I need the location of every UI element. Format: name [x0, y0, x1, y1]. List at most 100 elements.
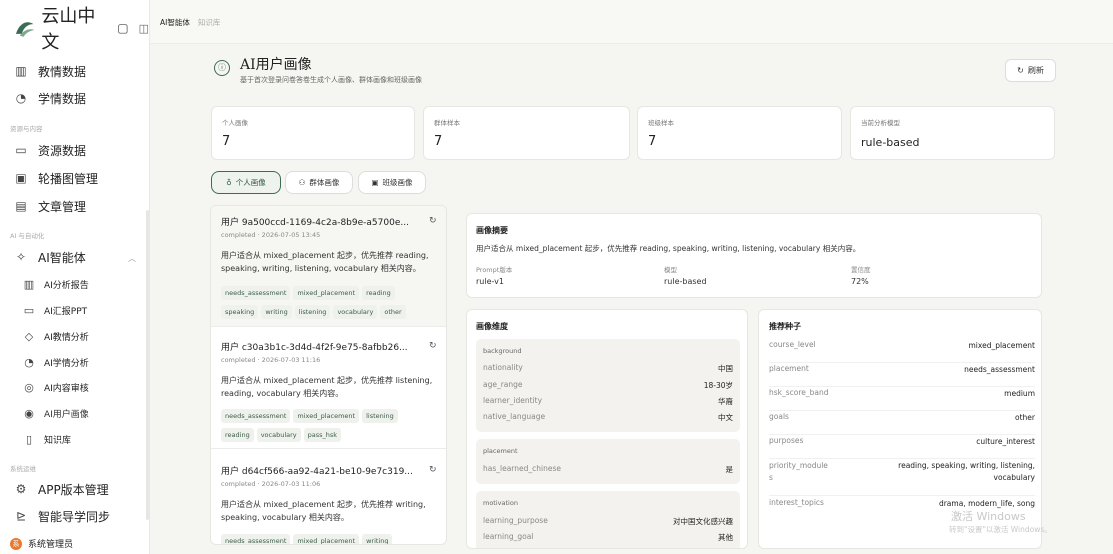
seed-row: hsk_score_band medium: [769, 388, 1035, 411]
list-item[interactable]: 用户 9a500ccd-1169-4c2a-8b9e-a5700e... ↻ c…: [211, 206, 446, 327]
dimension-row: age_range 18-30岁: [483, 380, 733, 390]
refresh-circle-icon: ◔: [15, 91, 27, 105]
model-label: 模型: [664, 266, 677, 274]
refresh-icon[interactable]: ↻: [429, 341, 437, 351]
card-title: 用户 9a500ccd-1169-4c2a-8b9e-a5700e...: [221, 218, 409, 228]
sidebar-item-articles[interactable]: ▤ 文章管理: [14, 195, 86, 217]
tag: mixed_placement: [293, 409, 360, 423]
refresh-icon[interactable]: ↻: [429, 465, 437, 475]
windows-watermark-sub: 转到"设置"以激活 Windows。: [949, 525, 1052, 534]
sidebar-item-learning-data[interactable]: ◔ 学情数据: [14, 87, 86, 109]
breadcrumb-current[interactable]: AI智能体: [160, 17, 190, 28]
avatar: 系: [10, 537, 22, 550]
tab-group[interactable]: ⚇ 群体画像: [285, 171, 353, 194]
tag-row: reading vocabulary pass_hsk: [221, 428, 342, 442]
sidebar-subitem-ai-ppt[interactable]: ▭ AI汇报PPT: [22, 299, 87, 321]
tag: needs_assessment: [221, 409, 291, 423]
sidebar-item-teaching-data[interactable]: ▥ 教情数据: [14, 60, 86, 82]
profile-summary: 画像摘要 用户适合从 mixed_placement 起步，优先推荐 readi…: [466, 213, 1042, 298]
sidebar-subitem-ai-review[interactable]: ◎ AI内容审核: [22, 376, 89, 398]
breadcrumb-next[interactable]: 知识库: [198, 17, 221, 28]
sidebar-item-carousel[interactable]: ▣ 轮播图管理: [14, 167, 98, 189]
tag: needs_assessment: [221, 534, 291, 544]
tag: reading: [221, 428, 254, 442]
tag: pass_hsk: [303, 428, 342, 442]
book-icon: ▯: [25, 432, 33, 446]
card-desc: 用户适合从 mixed_placement 起步，优先推荐 listening,…: [221, 376, 433, 398]
breadcrumb: AI智能体 知识库: [160, 17, 220, 28]
refresh-circle-icon: ◔: [24, 355, 34, 369]
info-icon: ⓘ: [214, 60, 230, 76]
panel-toggle-icon[interactable]: ◫: [139, 22, 149, 35]
shield-icon: ◇: [24, 329, 34, 343]
nav-group-resources: 资源与内容: [10, 125, 43, 133]
profile-dimensions: 画像维度 background nationality 中国 age_range 1…: [466, 309, 748, 549]
sidebar-subitem-ai-profile[interactable]: ◉ AI用户画像: [22, 402, 89, 424]
user-name: 系统管理员: [28, 540, 74, 550]
document-icon: ▤: [15, 199, 27, 213]
sidebar-scrollbar[interactable]: [146, 210, 149, 520]
logo-square-icon: ▢: [117, 21, 129, 35]
tag: writing: [261, 305, 292, 319]
tag: writing: [362, 534, 393, 544]
dimension-row: learning_purpose 对中国文化感兴趣: [483, 516, 733, 526]
sidebar-item-resources[interactable]: ▭ 资源数据: [14, 139, 86, 161]
sidebar-subitem-knowledge[interactable]: ▯ 知识库: [22, 428, 71, 450]
prompt-label: Prompt版本: [476, 266, 513, 274]
tab-class[interactable]: ▣ 班级画像: [358, 171, 426, 194]
windows-watermark: 激活 Windows: [951, 510, 1026, 523]
image-icon: ▣: [15, 171, 27, 185]
seed-row: placement needs_assessment: [769, 364, 1035, 387]
tag: speaking: [221, 305, 259, 319]
chevron-up-icon[interactable]: ︿: [128, 253, 136, 264]
seed-row: purposes culture_interest: [769, 436, 1035, 459]
seed-row: course_level mixed_placement: [769, 340, 1035, 363]
tag: reading: [362, 286, 395, 300]
bar-chart-icon: ▥: [23, 277, 35, 291]
group-icon: ⚇: [298, 178, 306, 187]
dimension-group-background: background nationality 中国 age_range 18-30岁…: [476, 339, 740, 432]
nav-group-ai: AI 与自动化: [10, 232, 45, 240]
logo-text: 云山中文: [41, 6, 96, 53]
tab-individual[interactable]: ♁ 个人画像: [211, 171, 281, 194]
nav-group-ops: 系统运维: [10, 465, 36, 473]
tag: mixed_placement: [293, 286, 360, 300]
tag-row: needs_assessment mixed_placement reading: [221, 286, 395, 300]
model-value: rule-based: [664, 277, 707, 286]
dimension-group-motivation: motivation learning_purpose 对中国文化感兴趣 lear…: [476, 491, 740, 548]
tag: listening: [294, 305, 331, 319]
card-title: 用户 d64cf566-aa92-4a21-be10-9e7c319...: [221, 467, 413, 477]
refresh-button[interactable]: ↻ 刷新: [1005, 59, 1056, 82]
sidebar-subitem-ai-report[interactable]: ▥ AI分析报告: [22, 273, 89, 295]
person-icon: ♁: [226, 178, 232, 187]
confidence-value: 72%: [851, 277, 869, 286]
stat-model: 当前分析模型 rule-based: [850, 106, 1055, 160]
folder-icon: ▭: [15, 143, 27, 157]
sidebar-item-app-version[interactable]: ⚙ APP版本管理: [14, 478, 109, 500]
sidebar-subitem-ai-teaching[interactable]: ◇ AI教情分析: [22, 325, 89, 347]
tag: vocabulary: [256, 428, 301, 442]
card-meta: completed · 2026-07-03 11:06: [221, 480, 321, 488]
logo[interactable]: 云山中文 ▢ ◫: [14, 6, 149, 53]
list-item[interactable]: 用户 d64cf566-aa92-4a21-be10-9e7c319... ↻ …: [211, 449, 446, 544]
tag: needs_assessment: [221, 286, 291, 300]
refresh-icon[interactable]: ↻: [429, 216, 437, 226]
sparkle-icon: ✧: [15, 250, 27, 264]
page-title: AI用户画像: [240, 57, 312, 73]
dimension-row: learner_identity 华裔: [483, 396, 733, 406]
logo-mark-icon: [15, 22, 35, 37]
list-item[interactable]: 用户 c30a3b1c-3d4d-4f2f-9e75-8afbb26... ↻ …: [211, 327, 446, 449]
sidebar-item-sync[interactable]: ⊵ 智能导学同步: [14, 505, 110, 527]
tag: listening: [362, 409, 398, 423]
sidebar-subitem-ai-learning[interactable]: ◔ AI学情分析: [22, 351, 89, 373]
tag: vocabulary: [333, 305, 378, 319]
sync-icon: ⊵: [15, 509, 27, 523]
stat-class: 班级样本 7: [637, 106, 842, 160]
user-menu[interactable]: 系 系统管理员: [10, 537, 73, 550]
tag: mixed_placement: [293, 534, 360, 544]
dimension-row: has_learned_chinese 是: [483, 464, 733, 474]
sidebar-item-ai-agent[interactable]: ✧ AI智能体: [14, 246, 86, 268]
monitor-icon: ▭: [23, 303, 35, 317]
summary-text: 用户适合从 mixed_placement 起步，优先推荐 reading, s…: [476, 244, 861, 253]
bar-chart-icon: ▥: [15, 64, 27, 78]
